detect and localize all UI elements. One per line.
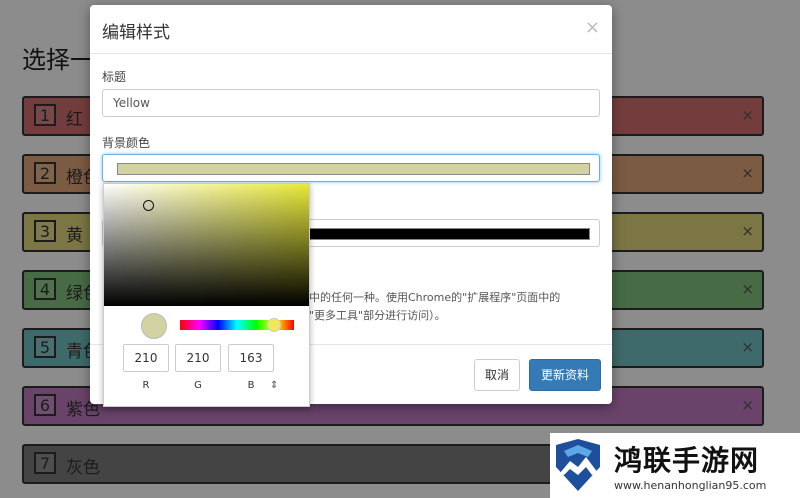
color-picker: R G B ⇕ xyxy=(103,183,310,407)
red-label: R xyxy=(142,380,150,391)
watermark: 鸿联手游网 www.henanhonglian95.com xyxy=(550,433,800,498)
bg-color-label: 背景颜色 xyxy=(102,136,151,150)
blue-label: B xyxy=(247,380,255,391)
hue-handle[interactable] xyxy=(267,318,281,332)
mode-toggle-icon[interactable]: ⇕ xyxy=(270,380,278,391)
title-input[interactable] xyxy=(102,89,600,117)
cancel-button[interactable]: 取消 xyxy=(474,359,520,391)
red-input[interactable] xyxy=(123,344,169,372)
color-preview xyxy=(141,313,167,339)
help-text: 式中的任何一种。使用Chrome的"扩展程序"页面中的 的"更多工具"部分进行访… xyxy=(298,289,598,325)
watermark-url: www.henanhonglian95.com xyxy=(614,479,767,492)
sv-handle[interactable] xyxy=(143,200,154,211)
watermark-logo-icon xyxy=(556,439,600,491)
green-input[interactable] xyxy=(175,344,221,372)
green-label: G xyxy=(194,380,202,391)
title-label: 标题 xyxy=(102,70,127,84)
help-text-line-1: 式中的任何一种。使用Chrome的"扩展程序"页面中的 xyxy=(298,291,561,304)
watermark-title: 鸿联手游网 xyxy=(614,444,760,477)
blue-input[interactable] xyxy=(228,344,274,372)
close-icon[interactable]: × xyxy=(585,17,600,38)
bg-color-swatch xyxy=(117,163,590,175)
update-button[interactable]: 更新资料 xyxy=(529,359,601,391)
help-text-line-2: 的"更多工具"部分进行访问）。 xyxy=(298,309,446,322)
dialog-title: 编辑样式 xyxy=(102,23,170,43)
dialog-header: 编辑样式 × xyxy=(90,5,612,54)
bg-color-input[interactable] xyxy=(102,154,600,182)
saturation-value-area[interactable] xyxy=(104,184,309,306)
